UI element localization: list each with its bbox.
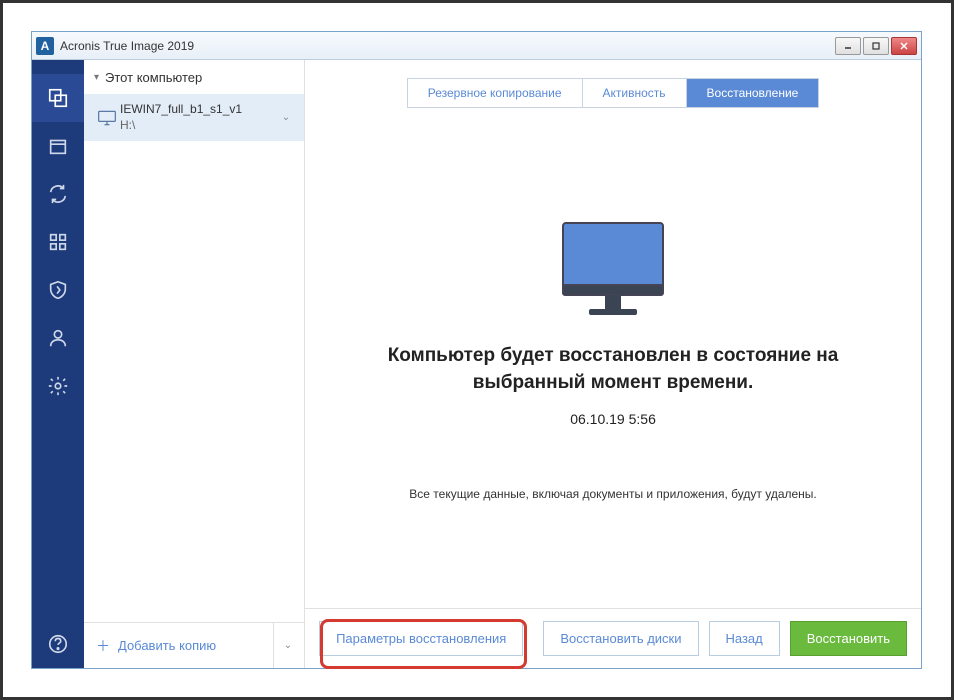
close-button[interactable] xyxy=(891,37,917,55)
monitor-icon xyxy=(94,109,120,127)
recover-button[interactable]: Восстановить xyxy=(790,621,907,656)
window-title: Acronis True Image 2019 xyxy=(60,39,194,53)
maximize-button[interactable] xyxy=(863,37,889,55)
app-window: A Acronis True Image 2019 xyxy=(31,31,922,669)
monitor-illustration xyxy=(553,215,673,325)
nav-account[interactable] xyxy=(32,314,84,362)
add-backup-button[interactable]: ＋ Добавить копию ⌄ xyxy=(84,622,304,668)
tab-recovery[interactable]: Восстановление xyxy=(687,79,819,107)
side-header[interactable]: ▾ Этот компьютер xyxy=(84,60,304,94)
headline: Компьютер будет восстановлен в состояние… xyxy=(345,343,881,396)
nav-protection[interactable] xyxy=(32,266,84,314)
chevron-down-icon[interactable]: ⌄ xyxy=(278,112,294,123)
backup-list-item[interactable]: IEWIN7_full_b1_s1_v1 H:\ ⌄ xyxy=(84,94,304,141)
titlebar: A Acronis True Image 2019 xyxy=(32,32,921,60)
backup-item-path: H:\ xyxy=(120,118,278,134)
timestamp: 06.10.19 5:56 xyxy=(570,411,656,427)
chevron-down-icon[interactable]: ⌄ xyxy=(273,623,292,669)
tab-bar: Резервное копирование Активность Восстан… xyxy=(305,60,921,108)
app-icon: A xyxy=(36,37,54,55)
recovery-params-button[interactable]: Параметры восстановления xyxy=(319,621,523,656)
add-backup-label: Добавить копию xyxy=(118,638,216,653)
tab-backup[interactable]: Резервное копирование xyxy=(408,79,583,107)
caret-down-icon: ▾ xyxy=(94,72,99,83)
side-header-label: Этот компьютер xyxy=(105,70,202,85)
warning-text: Все текущие данные, включая документы и … xyxy=(409,487,816,501)
tab-activity[interactable]: Активность xyxy=(583,79,687,107)
nav-settings[interactable] xyxy=(32,362,84,410)
nav-tools[interactable] xyxy=(32,218,84,266)
minimize-button[interactable] xyxy=(835,37,861,55)
nav-rail xyxy=(32,60,84,668)
nav-archive[interactable] xyxy=(32,122,84,170)
main-content: Резервное копирование Активность Восстан… xyxy=(305,60,921,668)
side-panel: ▾ Этот компьютер IEWIN7_full_b1_s1_v1 H:… xyxy=(84,60,305,668)
backup-item-name: IEWIN7_full_b1_s1_v1 xyxy=(120,102,278,118)
nav-sync[interactable] xyxy=(32,170,84,218)
recover-disks-button[interactable]: Восстановить диски xyxy=(543,621,698,656)
nav-help[interactable] xyxy=(32,620,84,668)
footer-bar: Параметры восстановления Восстановить ди… xyxy=(305,608,921,668)
nav-backup[interactable] xyxy=(32,74,84,122)
plus-icon: ＋ xyxy=(96,636,110,656)
back-button[interactable]: Назад xyxy=(709,621,780,656)
